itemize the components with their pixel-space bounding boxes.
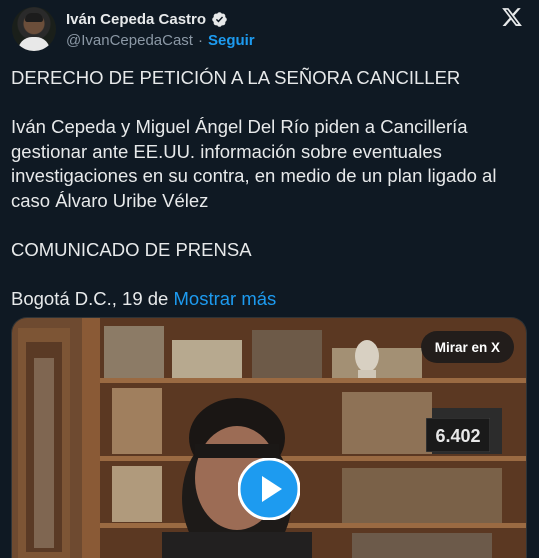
author-name[interactable]: Iván Cepeda Castro [66,11,206,28]
screen-counter: 6.402 [435,426,480,446]
screen-counter-badge: 6.402 [426,418,490,452]
x-logo-icon[interactable] [501,6,523,28]
follow-button[interactable]: Seguir [208,32,255,49]
tweet-truncated-line: Bogotá D.C., 19 de Mostrar más [11,287,526,312]
show-more-link[interactable]: Mostrar más [174,288,277,309]
video-player[interactable]: Mirar en X 6.402 [11,317,527,558]
author-handle[interactable]: @IvanCepedaCast [66,32,193,49]
watch-on-x-button[interactable]: Mirar en X [420,331,514,363]
tweet-paragraph: Iván Cepeda y Miguel Ángel Del Río piden… [11,116,497,211]
author-avatar[interactable] [12,7,56,51]
play-icon[interactable] [238,458,300,520]
separator-dot: · [197,31,203,49]
tweet-truncated-text: Bogotá D.C., 19 de [11,288,169,310]
tweet-text: DERECHO DE PETICIÓN A LA SEÑORA CANCILLE… [11,66,526,312]
avatar-hair [25,13,43,22]
tweet-press-label: COMUNICADO DE PRENSA [11,239,252,261]
author-handle-row: @IvanCepedaCast · Seguir [66,31,255,49]
avatar-shirt [18,37,50,51]
verified-badge-icon [212,11,227,27]
tweet-heading: DERECHO DE PETICIÓN A LA SEÑORA CANCILLE… [11,67,461,88]
author-name-row: Iván Cepeda Castro [66,9,228,29]
